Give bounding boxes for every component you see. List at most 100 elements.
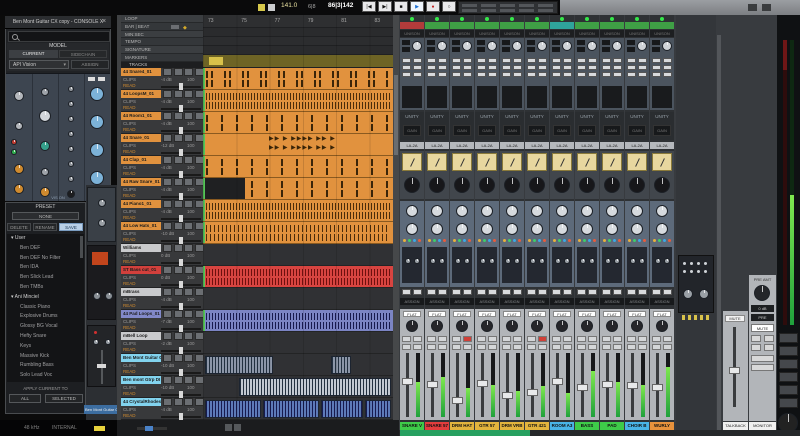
volume-slider-cap[interactable]	[179, 193, 183, 200]
preset-item[interactable]: Keys	[7, 342, 84, 351]
pan-knob[interactable]	[656, 320, 668, 332]
gain-eq-button[interactable]	[577, 289, 586, 295]
track-button[interactable]	[184, 310, 193, 318]
eq-knob[interactable]	[581, 205, 593, 217]
assign-button[interactable]: ASSIGN	[71, 60, 109, 69]
eq-knob[interactable]	[480, 258, 486, 264]
unison-slot[interactable]: UNISON	[650, 30, 674, 37]
preamp-button[interactable]	[638, 65, 647, 70]
volume-slider-cap[interactable]	[179, 171, 183, 178]
channel-state-button[interactable]	[577, 336, 586, 342]
unison-slot[interactable]: UNISON	[500, 30, 524, 37]
insert-knob[interactable]	[629, 177, 645, 193]
track-button[interactable]	[184, 354, 193, 362]
track-button[interactable]	[174, 156, 183, 164]
eq-knob[interactable]	[456, 205, 468, 217]
strip-knob[interactable]	[11, 149, 17, 155]
eq-knob[interactable]	[514, 258, 520, 264]
volume-slider-cap[interactable]	[179, 281, 183, 288]
volume-slider-cap[interactable]	[179, 149, 183, 156]
preset-item[interactable]: Ben TMBs	[7, 283, 84, 292]
pan-knob[interactable]	[606, 320, 618, 332]
gain-box[interactable]: GAIN	[603, 125, 621, 136]
volume-slider-cap[interactable]	[179, 237, 183, 244]
preamp-button[interactable]	[452, 72, 461, 77]
gain-eq-button[interactable]	[527, 289, 536, 295]
strip-knob[interactable]	[68, 116, 74, 122]
clips-dropdown[interactable]: CLIPS	[123, 165, 136, 170]
strip-knob[interactable]	[68, 176, 74, 182]
eq-knob[interactable]	[605, 258, 611, 264]
monitor-wide-button[interactable]	[751, 364, 774, 371]
ab-button[interactable]	[98, 77, 105, 81]
preamp-gain-knob[interactable]	[662, 41, 672, 51]
monitor-wide-button[interactable]	[751, 355, 774, 362]
clip-lane[interactable]	[203, 244, 393, 266]
volume-slider-cap[interactable]	[179, 369, 183, 376]
clips-dropdown[interactable]: CLIPS	[123, 231, 136, 236]
preset-item[interactable]: Solo Lead Voc	[7, 371, 84, 380]
sends-pill[interactable]: FLAT	[478, 311, 496, 317]
audio-clip[interactable]	[205, 356, 273, 374]
pan-knob[interactable]	[556, 320, 568, 332]
monitor-function-button[interactable]	[779, 398, 798, 408]
fader-cap[interactable]	[97, 364, 106, 368]
clip-lane[interactable]	[203, 156, 393, 178]
track-button[interactable]	[184, 90, 193, 98]
clips-dropdown[interactable]: CLIPS	[123, 275, 136, 280]
eq-knob[interactable]	[505, 258, 511, 264]
preamp-button[interactable]	[563, 65, 572, 70]
assign-bar[interactable]: ASSIGN	[500, 298, 524, 305]
preset-item[interactable]: Hefty Snare	[7, 332, 84, 341]
eq-knob[interactable]	[664, 258, 670, 264]
fader-track[interactable]	[506, 353, 509, 417]
eq-knob[interactable]	[606, 205, 618, 217]
insert-plugin-eq[interactable]	[450, 201, 474, 287]
clips-dropdown[interactable]: CLIPS	[123, 121, 136, 126]
eq-knob[interactable]	[405, 258, 411, 264]
model-select[interactable]: API Vision▾	[9, 60, 69, 69]
module-knob[interactable]	[93, 339, 99, 345]
gain-box[interactable]: GAIN	[553, 125, 571, 136]
module-knob[interactable]	[93, 292, 101, 300]
track-name[interactable]: mBrass	[121, 288, 161, 296]
preamp-button[interactable]	[488, 65, 497, 70]
insert-plugin-vu[interactable]	[525, 151, 549, 199]
insert-slot-label[interactable]: LA-2A	[600, 142, 624, 149]
channel-state-button[interactable]	[563, 344, 572, 350]
transport-option[interactable]	[462, 4, 477, 7]
insert-plugin-eq[interactable]	[425, 201, 449, 287]
channel-state-button[interactable]	[413, 336, 422, 342]
gain-box[interactable]: GAIN	[628, 125, 646, 136]
insert-knob[interactable]	[654, 177, 670, 193]
preset-current-button[interactable]: NONE	[12, 212, 79, 220]
preamp-button[interactable]	[402, 72, 411, 77]
track-row[interactable]: ST Bass cut_01CLIPS0 dB100READ	[121, 266, 203, 288]
insert-slot-label[interactable]: LA-2A	[400, 142, 424, 149]
clips-dropdown[interactable]: CLIPS	[123, 341, 136, 346]
insert-slot-label[interactable]: LA-2A	[500, 142, 524, 149]
eq-knob[interactable]	[431, 223, 443, 235]
unison-slot[interactable]: UNISON	[550, 30, 574, 37]
sends-pill[interactable]: FLAT	[578, 311, 596, 317]
preamp-button[interactable]	[613, 58, 622, 63]
channel-state-button[interactable]	[638, 344, 647, 350]
channel-state-button[interactable]	[502, 336, 511, 342]
track-row[interactable]: 44 Clap_01CLIPS-4 dB100READ	[121, 156, 203, 178]
insert-slot-label[interactable]: LA-2A	[650, 142, 674, 149]
audio-clip[interactable]	[239, 378, 391, 396]
track-name[interactable]: mBell Loop	[121, 332, 161, 340]
preset-item[interactable]: Rumbling Bass	[7, 361, 84, 370]
channel-state-button[interactable]	[663, 336, 672, 342]
pan-knob[interactable]	[631, 320, 643, 332]
tab-current[interactable]: CURRENT	[9, 50, 58, 58]
track-button[interactable]	[174, 332, 183, 340]
track-row[interactable]: 44 Snare4_01CLIPS-4 dB100READ	[121, 68, 203, 90]
channel-state-button[interactable]	[513, 344, 522, 350]
preamp-button[interactable]	[438, 58, 447, 63]
eq-knob[interactable]	[655, 258, 661, 264]
strip-knob[interactable]	[14, 91, 24, 101]
channel-state-button[interactable]	[438, 344, 447, 350]
strip-knob[interactable]	[68, 131, 74, 137]
sends-pill[interactable]: FLAT	[428, 311, 446, 317]
